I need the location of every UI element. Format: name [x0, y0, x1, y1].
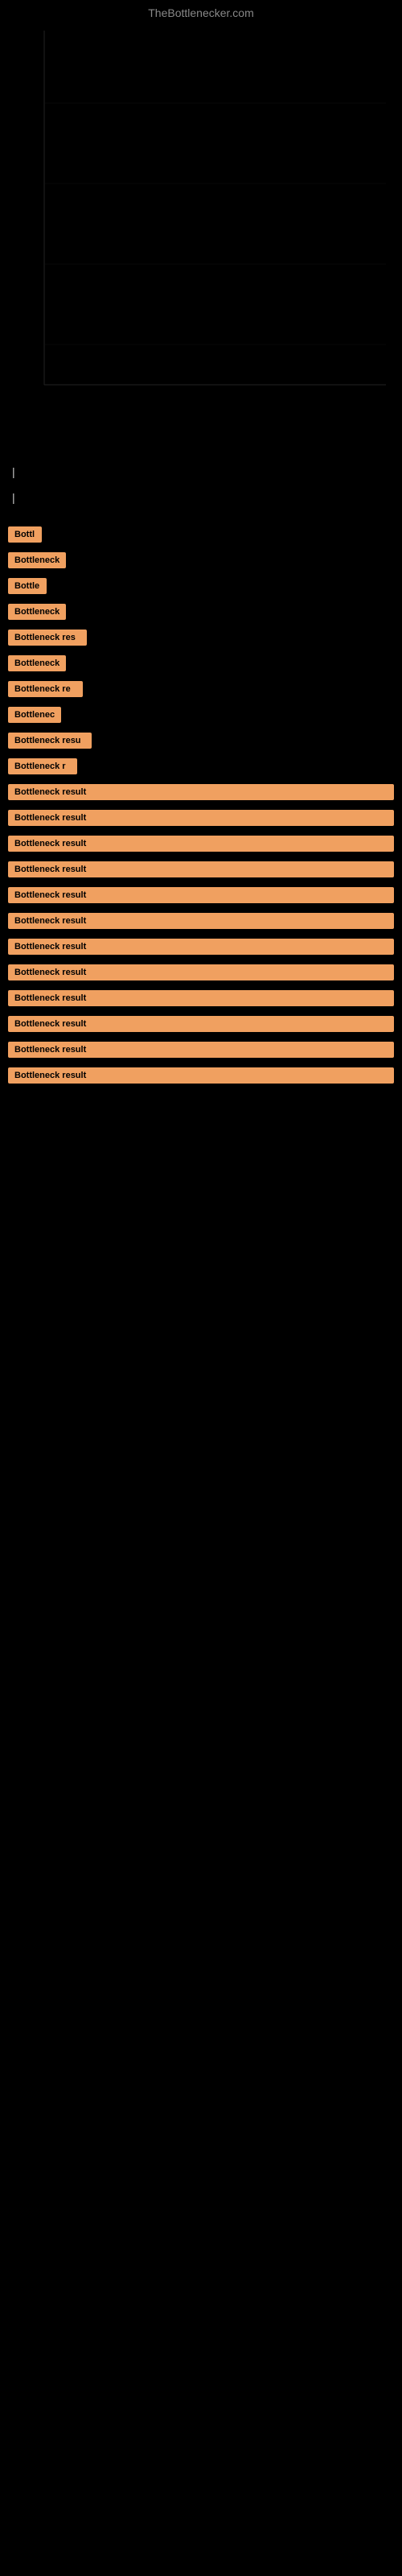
result-item-9: Bottleneck resu — [8, 733, 394, 749]
result-badge-13: Bottleneck result — [8, 836, 394, 852]
result-item-6: Bottleneck — [8, 655, 394, 671]
result-badge-11: Bottleneck result — [8, 784, 394, 800]
result-badge-8: Bottlenec — [8, 707, 61, 723]
result-badge-20: Bottleneck result — [8, 1016, 394, 1032]
result-item-10: Bottleneck r — [8, 758, 394, 774]
result-badge-17: Bottleneck result — [8, 939, 394, 955]
result-item-13: Bottleneck result — [8, 836, 394, 852]
result-item-3: Bottle — [8, 578, 394, 594]
result-item-15: Bottleneck result — [8, 887, 394, 903]
result-badge-21: Bottleneck result — [8, 1042, 394, 1058]
cursor-indicator-2: | — [12, 491, 15, 504]
site-title: TheBottlenecker.com — [0, 0, 402, 23]
result-badge-22: Bottleneck result — [8, 1067, 394, 1084]
input-area: | | — [0, 457, 402, 518]
result-badge-3: Bottle — [8, 578, 47, 594]
result-badge-1: Bottl — [8, 526, 42, 543]
result-item-4: Bottleneck — [8, 604, 394, 620]
result-badge-2: Bottleneck — [8, 552, 66, 568]
result-item-11: Bottleneck result — [8, 784, 394, 800]
result-item-7: Bottleneck re — [8, 681, 394, 697]
result-item-18: Bottleneck result — [8, 964, 394, 980]
result-badge-14: Bottleneck result — [8, 861, 394, 877]
result-item-5: Bottleneck res — [8, 630, 394, 646]
result-item-16: Bottleneck result — [8, 913, 394, 929]
result-badge-16: Bottleneck result — [8, 913, 394, 929]
result-badge-9: Bottleneck resu — [8, 733, 92, 749]
result-badge-5: Bottleneck res — [8, 630, 87, 646]
result-item-19: Bottleneck result — [8, 990, 394, 1006]
result-item-20: Bottleneck result — [8, 1016, 394, 1032]
chart-area — [0, 23, 402, 425]
result-item-8: Bottlenec — [8, 707, 394, 723]
results-container: Bottl Bottleneck Bottle Bottleneck Bottl… — [0, 518, 402, 1101]
result-item-22: Bottleneck result — [8, 1067, 394, 1084]
result-item-17: Bottleneck result — [8, 939, 394, 955]
result-badge-10: Bottleneck r — [8, 758, 77, 774]
result-badge-4: Bottleneck — [8, 604, 66, 620]
spacer-1 — [0, 425, 402, 457]
result-badge-15: Bottleneck result — [8, 887, 394, 903]
cursor-indicator-1: | — [12, 465, 15, 478]
result-badge-12: Bottleneck result — [8, 810, 394, 826]
result-item-1: Bottl — [8, 526, 394, 543]
result-item-2: Bottleneck — [8, 552, 394, 568]
result-item-14: Bottleneck result — [8, 861, 394, 877]
result-badge-6: Bottleneck — [8, 655, 66, 671]
result-item-12: Bottleneck result — [8, 810, 394, 826]
result-badge-7: Bottleneck re — [8, 681, 83, 697]
result-badge-19: Bottleneck result — [8, 990, 394, 1006]
result-item-21: Bottleneck result — [8, 1042, 394, 1058]
result-badge-18: Bottleneck result — [8, 964, 394, 980]
